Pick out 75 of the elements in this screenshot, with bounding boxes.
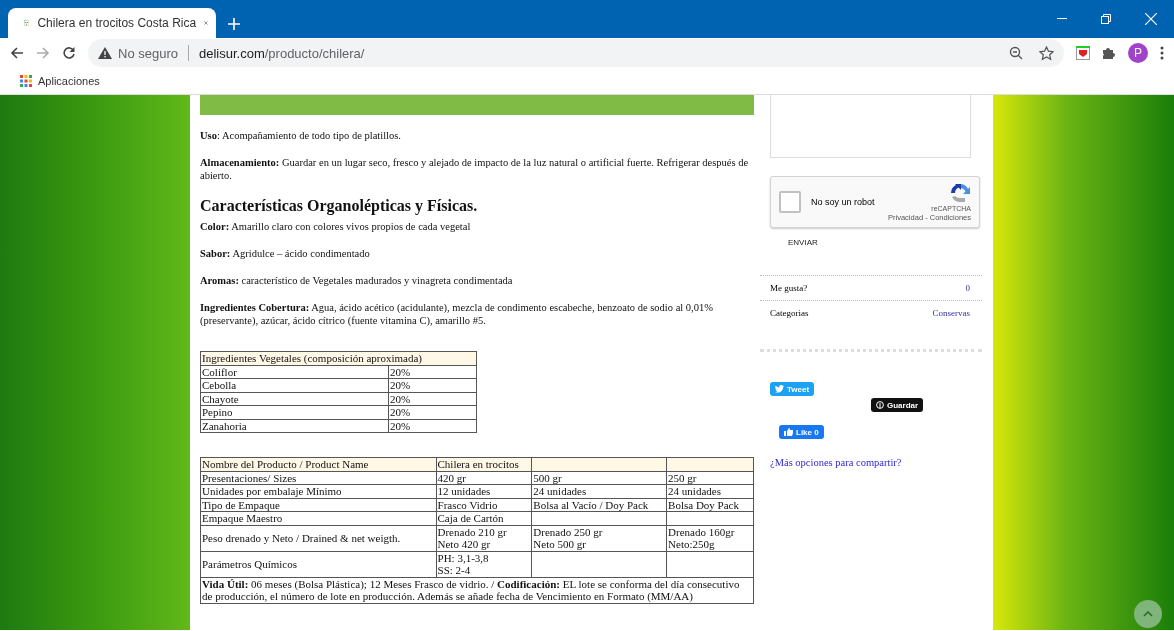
table-cell: Frasco Vidrio [436,498,532,512]
bookmark-link[interactable]: Aplicaciones [38,75,100,87]
paragraph: Sabor: Agridulce – ácido condimentado [200,247,371,260]
likes-count[interactable]: 0 [965,283,970,293]
like-button[interactable]: Like 0 [779,425,824,439]
warning-icon [98,47,112,59]
table-cell: 24 unidades [666,484,754,498]
bird-icon [775,385,784,393]
paragraph: Uso: Acompañamiento de todo tipo de platillos. [200,129,402,142]
table-cell: 420 gr [436,471,532,485]
likes-label: Me gusta? [770,283,808,293]
table-cell: 500 gr [531,471,667,485]
table-cell: Caja de Cartón [436,511,532,525]
table-cell: Nombre del Producto / Product Name [200,457,436,471]
table-cell: Coliflor [200,365,389,379]
captcha-logo-icon [949,182,971,204]
table-cell: Chilera en trocitos [436,457,532,471]
table-cell: 250 gr [666,471,754,485]
restore-icon[interactable] [1101,14,1111,24]
table-cell: Chayote [200,392,389,406]
table-footnote: Vida Útil: 06 meses (Bolsa Plástica); 12 Meses Frasco de vidrio. / Codificación: EL lote se conforma del día consecutivo de producción, el número de lote en producción. Además se añade fecha de Vencimiento en Formato (MM/AA) [200,577,754,603]
share-link[interactable]: ¿Más opciones para compartir? [770,457,982,468]
table-cell: Unidades por embalaje Mínimo [200,484,436,498]
table-cell: 20% [388,405,477,419]
thumbs-up-icon [784,428,793,436]
section-heading: Características Organolépticas y Físicas. [200,196,479,216]
zoom-out-icon[interactable] [1009,46,1023,60]
paragraph: Almacenamiento: Guardar en un lugar seco, fresco y alejado de impacto de la luz natural o artificial fuerte. Refrigerar después de abierto. [200,156,750,182]
table-cell: 12 unidades [436,484,532,498]
message-field[interactable] [770,95,971,158]
menu-icon[interactable] [1160,46,1164,60]
submit-button[interactable]: ENVIAR [788,238,818,247]
table-cell: 20% [388,392,477,406]
close-icon[interactable] [1145,13,1157,25]
table-cell: Peso drenado y Neto / Drained & net weigth. [200,525,436,551]
table-cell: Drenado 210 gr Neto 420 gr [436,525,532,551]
new-tab-icon[interactable] [228,18,240,30]
table-cell: Bolsa al Vacío / Doy Pack [531,498,667,512]
save-button[interactable]: Guardar [871,398,924,412]
table-cell: 20% [388,378,477,392]
table-cell: Zanahoria [200,419,389,433]
table-cell: Presentaciones/ Sizes [200,471,436,485]
close-icon[interactable] [204,18,208,28]
paragraph: Color: Amarillo claro con colores vivos propios de cada vegetal [200,220,472,233]
table-cell: Tipo de Empaque [200,498,436,512]
captcha-label: No soy un robot [811,197,876,207]
table-cell: Parámetros Químicos [200,551,436,577]
table-cell: 24 unidades [531,484,667,498]
captcha-checkbox[interactable] [779,191,801,213]
reload-icon[interactable] [62,46,76,60]
table-cell: Bolsa Doy Pack [666,498,754,512]
category-link[interactable]: Conservas [932,308,970,318]
paragraph: Ingredientes Cobertura: Agua, ácido acético (acidulante), mezcla de condimento escabeche, benzoato de sodio al 0,01% (preservante), azúcar, ácido cítrico (fuente vitamina C), amarillo #5. [200,301,714,327]
minimize-icon[interactable] [1057,18,1067,20]
table-cell: Drenado 160gr Neto:250g [666,525,754,551]
table-cell: Cebolla [200,378,389,392]
table-cell: 20% [388,365,477,379]
puzzle-icon[interactable] [1102,46,1116,60]
back-icon[interactable] [10,46,24,60]
table-cell: Empaque Maestro [200,511,436,525]
apps-grid-icon[interactable] [20,75,32,87]
chevron-up-icon [1143,611,1153,617]
table-cell: Drenado 250 gr Neto 500 gr [531,525,667,551]
shield-extension-icon[interactable] [1076,46,1090,60]
star-icon[interactable] [1039,45,1054,61]
paragraph: Aromas: característico de Vegetales madurados y vinagreta condimentada [200,274,514,287]
table-header: Ingredientes Vegetales (composición aproximada) [200,351,477,365]
categories-label: Categorias [770,308,809,318]
table-cell: 20% [388,419,477,433]
profile-avatar[interactable]: P [1128,43,1148,63]
address-bar[interactable]: No seguro delisur.com/producto/chilera/ [88,39,1064,67]
pin-icon [876,401,884,409]
table-cell: Pepino [200,405,389,419]
browser-tab[interactable]: Chilera en trocitos Costa Rica [8,8,216,38]
table-cell: PH: 3,1-3,8 SS: 2-4 [436,551,532,577]
